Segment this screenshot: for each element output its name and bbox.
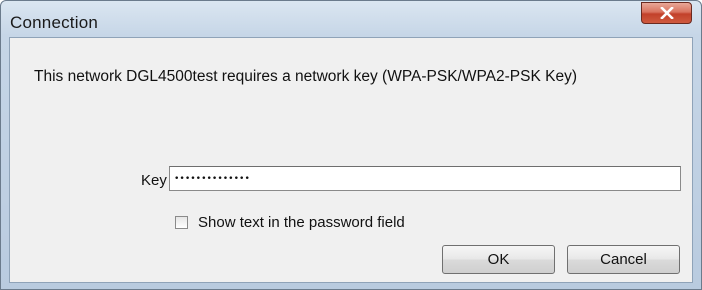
network-key-message: This network DGL4500test requires a netw… (34, 68, 577, 85)
dialog-body: This network DGL4500test requires a netw… (9, 37, 693, 283)
cancel-button[interactable]: Cancel (567, 245, 680, 274)
key-label: Key (141, 172, 167, 189)
connection-dialog: Connection This network DGL4500test requ… (0, 0, 702, 290)
key-input[interactable] (169, 166, 681, 191)
show-password-checkbox[interactable] (175, 215, 188, 229)
title-bar[interactable]: Connection (1, 1, 701, 37)
ok-button[interactable]: OK (442, 245, 555, 274)
close-icon (659, 7, 674, 19)
show-password-option[interactable]: Show text in the password field (175, 213, 405, 231)
close-button[interactable] (641, 2, 692, 24)
window-title: Connection (10, 13, 99, 32)
show-password-label[interactable]: Show text in the password field (198, 214, 405, 231)
